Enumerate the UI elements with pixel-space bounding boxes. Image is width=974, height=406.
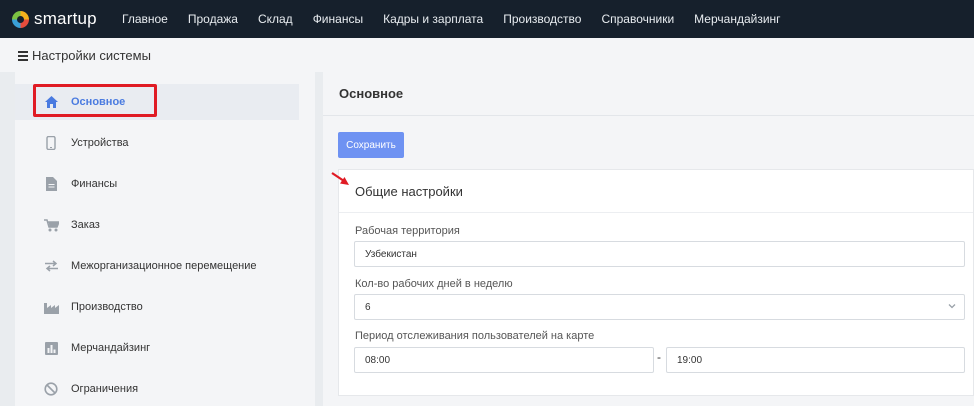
sidebar-item-order[interactable]: Заказ xyxy=(15,207,299,243)
workdays-select[interactable]: 6 xyxy=(354,294,965,320)
main-header: Основное xyxy=(323,72,974,116)
territory-input[interactable]: Узбекистан xyxy=(354,241,965,267)
sidebar-item-label: Межорганизационное перемещение xyxy=(71,260,257,272)
bar-chart-icon xyxy=(43,340,59,356)
general-settings-card: Общие настройки Рабочая территория Узбек… xyxy=(338,169,974,396)
cart-icon xyxy=(43,217,59,233)
tracking-to-input[interactable]: 19:00 xyxy=(666,347,965,373)
sidebar-item-restrictions[interactable]: Ограничения xyxy=(15,371,299,406)
settings-sidebar: Основное Устройства Финансы Заказ Межорг… xyxy=(15,72,315,406)
annotation-highlight-box xyxy=(33,84,157,117)
nav-item-merchandising[interactable]: Мерчандайзинг xyxy=(694,12,780,26)
chevron-down-icon xyxy=(948,304,956,309)
top-navbar: smartup Главное Продажа Склад Финансы Ка… xyxy=(0,0,974,38)
tracking-from-value: 08:00 xyxy=(365,354,391,366)
factory-icon xyxy=(43,299,59,315)
save-button[interactable]: Сохранить xyxy=(338,132,404,158)
tracking-from-input[interactable]: 08:00 xyxy=(354,347,654,373)
nav-item-production[interactable]: Производство xyxy=(503,12,581,26)
main-panel: Основное Сохранить Общие настройки Рабоч… xyxy=(323,72,974,406)
annotation-arrow-icon xyxy=(331,172,349,185)
workdays-label: Кол-во рабочих дней в неделю xyxy=(355,278,513,290)
nav-item-sales[interactable]: Продажа xyxy=(188,12,238,26)
sidebar-item-label: Заказ xyxy=(71,219,100,231)
logo-icon xyxy=(12,10,29,28)
nav-item-finance[interactable]: Финансы xyxy=(313,12,363,26)
sidebar-item-interorg-transfer[interactable]: Межорганизационное перемещение xyxy=(15,248,299,284)
sidebar-divider xyxy=(315,72,323,406)
brand-name: smartup xyxy=(34,9,97,28)
territory-value: Узбекистан xyxy=(365,248,417,260)
nav-item-references[interactable]: Справочники xyxy=(601,12,674,26)
nav-item-warehouse[interactable]: Склад xyxy=(258,12,293,26)
brand-logo[interactable]: smartup xyxy=(12,9,112,29)
sidebar-item-merchandising[interactable]: Мерчандайзинг xyxy=(15,330,299,366)
time-range-separator: - xyxy=(657,350,661,364)
ban-icon xyxy=(43,381,59,397)
tracking-to-value: 19:00 xyxy=(677,354,703,366)
workdays-value: 6 xyxy=(365,301,371,313)
card-title: Общие настройки xyxy=(355,183,463,199)
sidebar-item-label: Устройства xyxy=(71,137,129,149)
sidebar-item-label: Мерчандайзинг xyxy=(71,342,151,354)
sidebar-item-label: Финансы xyxy=(71,178,118,190)
phone-icon xyxy=(43,135,59,151)
sidebar-item-devices[interactable]: Устройства xyxy=(15,125,299,161)
tracking-period-label: Период отслеживания пользователей на кар… xyxy=(355,330,595,342)
exchange-icon xyxy=(43,258,59,274)
sidebar-item-production[interactable]: Производство xyxy=(15,289,299,325)
page-title: Настройки системы xyxy=(32,47,151,63)
territory-label: Рабочая территория xyxy=(355,225,460,237)
sidebar-item-label: Ограничения xyxy=(71,383,139,395)
nav-item-main[interactable]: Главное xyxy=(122,12,168,26)
card-header: Общие настройки xyxy=(339,170,973,213)
sidebar-item-label: Производство xyxy=(71,301,143,313)
main-menu: Главное Продажа Склад Финансы Кадры и за… xyxy=(122,12,801,26)
nav-item-hr[interactable]: Кадры и зарплата xyxy=(383,12,483,26)
section-title: Основное xyxy=(339,86,404,101)
page-title-bar: Настройки системы xyxy=(0,38,974,72)
hamburger-icon[interactable] xyxy=(18,50,28,61)
sidebar-item-finance[interactable]: Финансы xyxy=(15,166,299,202)
document-icon xyxy=(43,176,59,192)
